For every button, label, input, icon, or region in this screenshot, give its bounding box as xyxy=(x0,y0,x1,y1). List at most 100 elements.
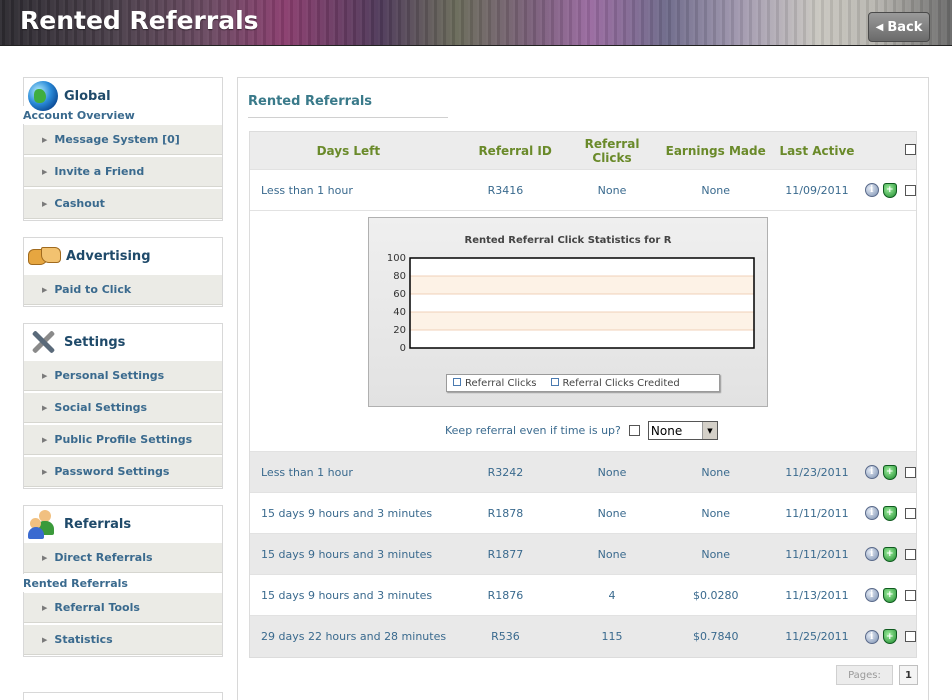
back-button[interactable]: ◀ Back xyxy=(868,12,930,42)
sidebar-referrals-header[interactable]: Referrals xyxy=(24,506,222,542)
table-header-row: Days Left Referral ID Referral Clicks Ea… xyxy=(250,132,916,170)
sidebar-item-cashout[interactable]: ▶ Cashout xyxy=(24,188,222,219)
table-row[interactable]: 15 days 9 hours and 3 minutes R1877 None… xyxy=(250,534,917,575)
sidebar-item-label: Invite a Friend xyxy=(54,165,145,178)
sidebar-item-public-profile-settings[interactable]: ▶ Public Profile Settings xyxy=(24,424,222,455)
chevron-right-icon: ▶ xyxy=(42,603,48,612)
row-checkbox[interactable] xyxy=(905,466,917,478)
info-icon[interactable]: i xyxy=(864,465,879,479)
info-icon[interactable]: i xyxy=(864,588,879,602)
info-icon[interactable]: i xyxy=(864,506,879,520)
cell-last-active: 11/09/2011 xyxy=(785,183,849,197)
column-header-earnings[interactable]: Earnings Made xyxy=(660,144,771,158)
keep-referral-select[interactable]: None ▼ xyxy=(647,421,718,440)
cell-last-active: 11/25/2011 xyxy=(785,630,849,643)
cell-days-left: 15 days 9 hours and 3 minutes xyxy=(261,506,433,520)
sidebar-item-paid-to-click[interactable]: ▶ Paid to Click xyxy=(24,274,222,305)
table-row[interactable]: 15 days 9 hours and 3 minutes R1878 None… xyxy=(250,493,917,534)
sidebar-advertising: Advertising ▶ Paid to Click xyxy=(23,237,223,307)
legend-label: Referral Clicks xyxy=(465,377,537,389)
chevron-right-icon: ▶ xyxy=(42,285,48,294)
cell-earnings: $0.0280 xyxy=(692,588,739,602)
handshake-icon xyxy=(28,245,61,267)
row-actions: i + xyxy=(863,182,904,198)
sidebar-advertising-header[interactable]: Advertising xyxy=(24,238,222,274)
row-checkbox[interactable] xyxy=(905,548,917,560)
pages-label: Pages: xyxy=(836,665,893,685)
sidebar-item-label: Direct Referrals xyxy=(54,551,153,564)
page-title: Rented Referrals xyxy=(20,6,259,35)
legend-swatch-icon xyxy=(453,377,461,386)
sidebar-settings-header[interactable]: Settings xyxy=(24,324,222,360)
chevron-right-icon: ▶ xyxy=(42,199,48,208)
cell-referral-clicks: None xyxy=(597,547,627,561)
info-icon[interactable]: i xyxy=(864,547,879,561)
people-icon xyxy=(28,509,58,539)
section-title: Rented Referrals xyxy=(248,94,373,109)
cell-referral-id: R3242 xyxy=(487,465,524,479)
sidebar-item-label: Cashout xyxy=(54,197,105,210)
recycle-shield-icon[interactable]: + xyxy=(882,464,897,480)
legend-item-referral-clicks-credited[interactable]: Referral Clicks Credited xyxy=(550,377,680,389)
table-row[interactable]: 29 days 22 hours and 28 minutes R536 115… xyxy=(250,616,917,657)
chevron-right-icon: ▶ xyxy=(42,635,48,644)
row-checkbox[interactable] xyxy=(905,184,917,196)
recycle-shield-icon[interactable]: + xyxy=(882,587,897,603)
cell-earnings: $0.7840 xyxy=(692,630,739,643)
chart-legend: Referral Clicks Referral Clicks Credited xyxy=(446,374,720,392)
cell-days-left: Less than 1 hour xyxy=(261,183,353,197)
column-header-days-left[interactable]: Days Left xyxy=(250,144,447,158)
sidebar-item-message-system[interactable]: ▶ Message System [0] xyxy=(24,124,222,155)
legend-item-referral-clicks[interactable]: Referral Clicks xyxy=(453,377,537,389)
cell-last-active: 11/23/2011 xyxy=(785,465,849,479)
dropdown-arrow-icon[interactable]: ▼ xyxy=(701,422,717,439)
info-icon[interactable]: i xyxy=(864,629,879,644)
cell-referral-id: R1878 xyxy=(487,506,524,520)
row-checkbox[interactable] xyxy=(905,589,917,601)
keep-referral-checkbox[interactable] xyxy=(628,425,640,436)
back-arrow-icon: ◀ xyxy=(875,21,884,33)
chart-title: Rented Referral Click Statistics for R xyxy=(464,235,672,246)
cell-last-active: 11/13/2011 xyxy=(785,588,849,602)
chevron-right-icon: ▶ xyxy=(42,403,48,412)
chevron-right-icon: ▶ xyxy=(42,553,48,562)
row-actions: i + xyxy=(863,587,904,603)
table-row[interactable]: 15 days 9 hours and 3 minutes R1876 4 $0… xyxy=(250,575,917,616)
sidebar-item-label: Social Settings xyxy=(54,401,148,414)
column-header-referral-clicks[interactable]: Referral Clicks xyxy=(564,137,660,165)
row-actions: i + xyxy=(863,629,904,644)
recycle-shield-icon[interactable]: + xyxy=(882,182,897,198)
info-icon[interactable]: i xyxy=(864,183,879,197)
main-panel: Rented Referrals Days Left Referral ID R… xyxy=(237,77,929,700)
sidebar-global-title: Global xyxy=(64,88,111,104)
column-header-referral-id[interactable]: Referral ID xyxy=(447,144,564,158)
page-button[interactable]: 1 xyxy=(899,665,918,685)
recycle-shield-icon[interactable]: + xyxy=(882,629,897,644)
chevron-right-icon: ▶ xyxy=(42,135,48,144)
sidebar-item-account-overview[interactable]: Account Overview xyxy=(23,106,222,124)
sidebar-item-label: Public Profile Settings xyxy=(54,433,193,446)
row-checkbox[interactable] xyxy=(905,631,917,642)
sidebar-item-social-settings[interactable]: ▶ Social Settings xyxy=(24,392,222,423)
recycle-shield-icon[interactable]: + xyxy=(882,505,897,521)
chevron-right-icon: ▶ xyxy=(42,435,48,444)
row-expanded-details: 100 80 60 40 20 0 Rented Referral Click Stati… xyxy=(250,211,916,452)
sidebar-item-direct-referrals[interactable]: ▶ Direct Referrals xyxy=(24,542,222,573)
column-header-last-active[interactable]: Last Active xyxy=(771,144,863,158)
sidebar-item-referral-tools[interactable]: ▶ Referral Tools xyxy=(24,592,222,623)
select-all-checkbox[interactable] xyxy=(905,144,916,155)
sidebar-global: Global Account Overview ▶ Message System … xyxy=(23,77,223,221)
sidebar-item-invite-friend[interactable]: ▶ Invite a Friend xyxy=(24,156,222,187)
y-tick-label: 80 xyxy=(393,271,406,282)
y-tick-label: 100 xyxy=(387,253,406,264)
recycle-shield-icon[interactable]: + xyxy=(882,546,897,562)
cell-earnings: None xyxy=(701,465,731,479)
sidebar-item-password-settings[interactable]: ▶ Password Settings xyxy=(24,456,222,487)
row-actions: i + xyxy=(863,546,904,562)
sidebar-item-personal-settings[interactable]: ▶ Personal Settings xyxy=(24,360,222,391)
sidebar-item-rented-referrals[interactable]: Rented Referrals xyxy=(23,574,222,592)
table-row[interactable]: Less than 1 hour R3416 None None 11/09/2… xyxy=(250,170,917,211)
row-checkbox[interactable] xyxy=(905,507,917,519)
sidebar-item-statistics[interactable]: ▶ Statistics xyxy=(24,624,222,655)
table-row[interactable]: Less than 1 hour R3242 None None 11/23/2… xyxy=(250,452,917,493)
